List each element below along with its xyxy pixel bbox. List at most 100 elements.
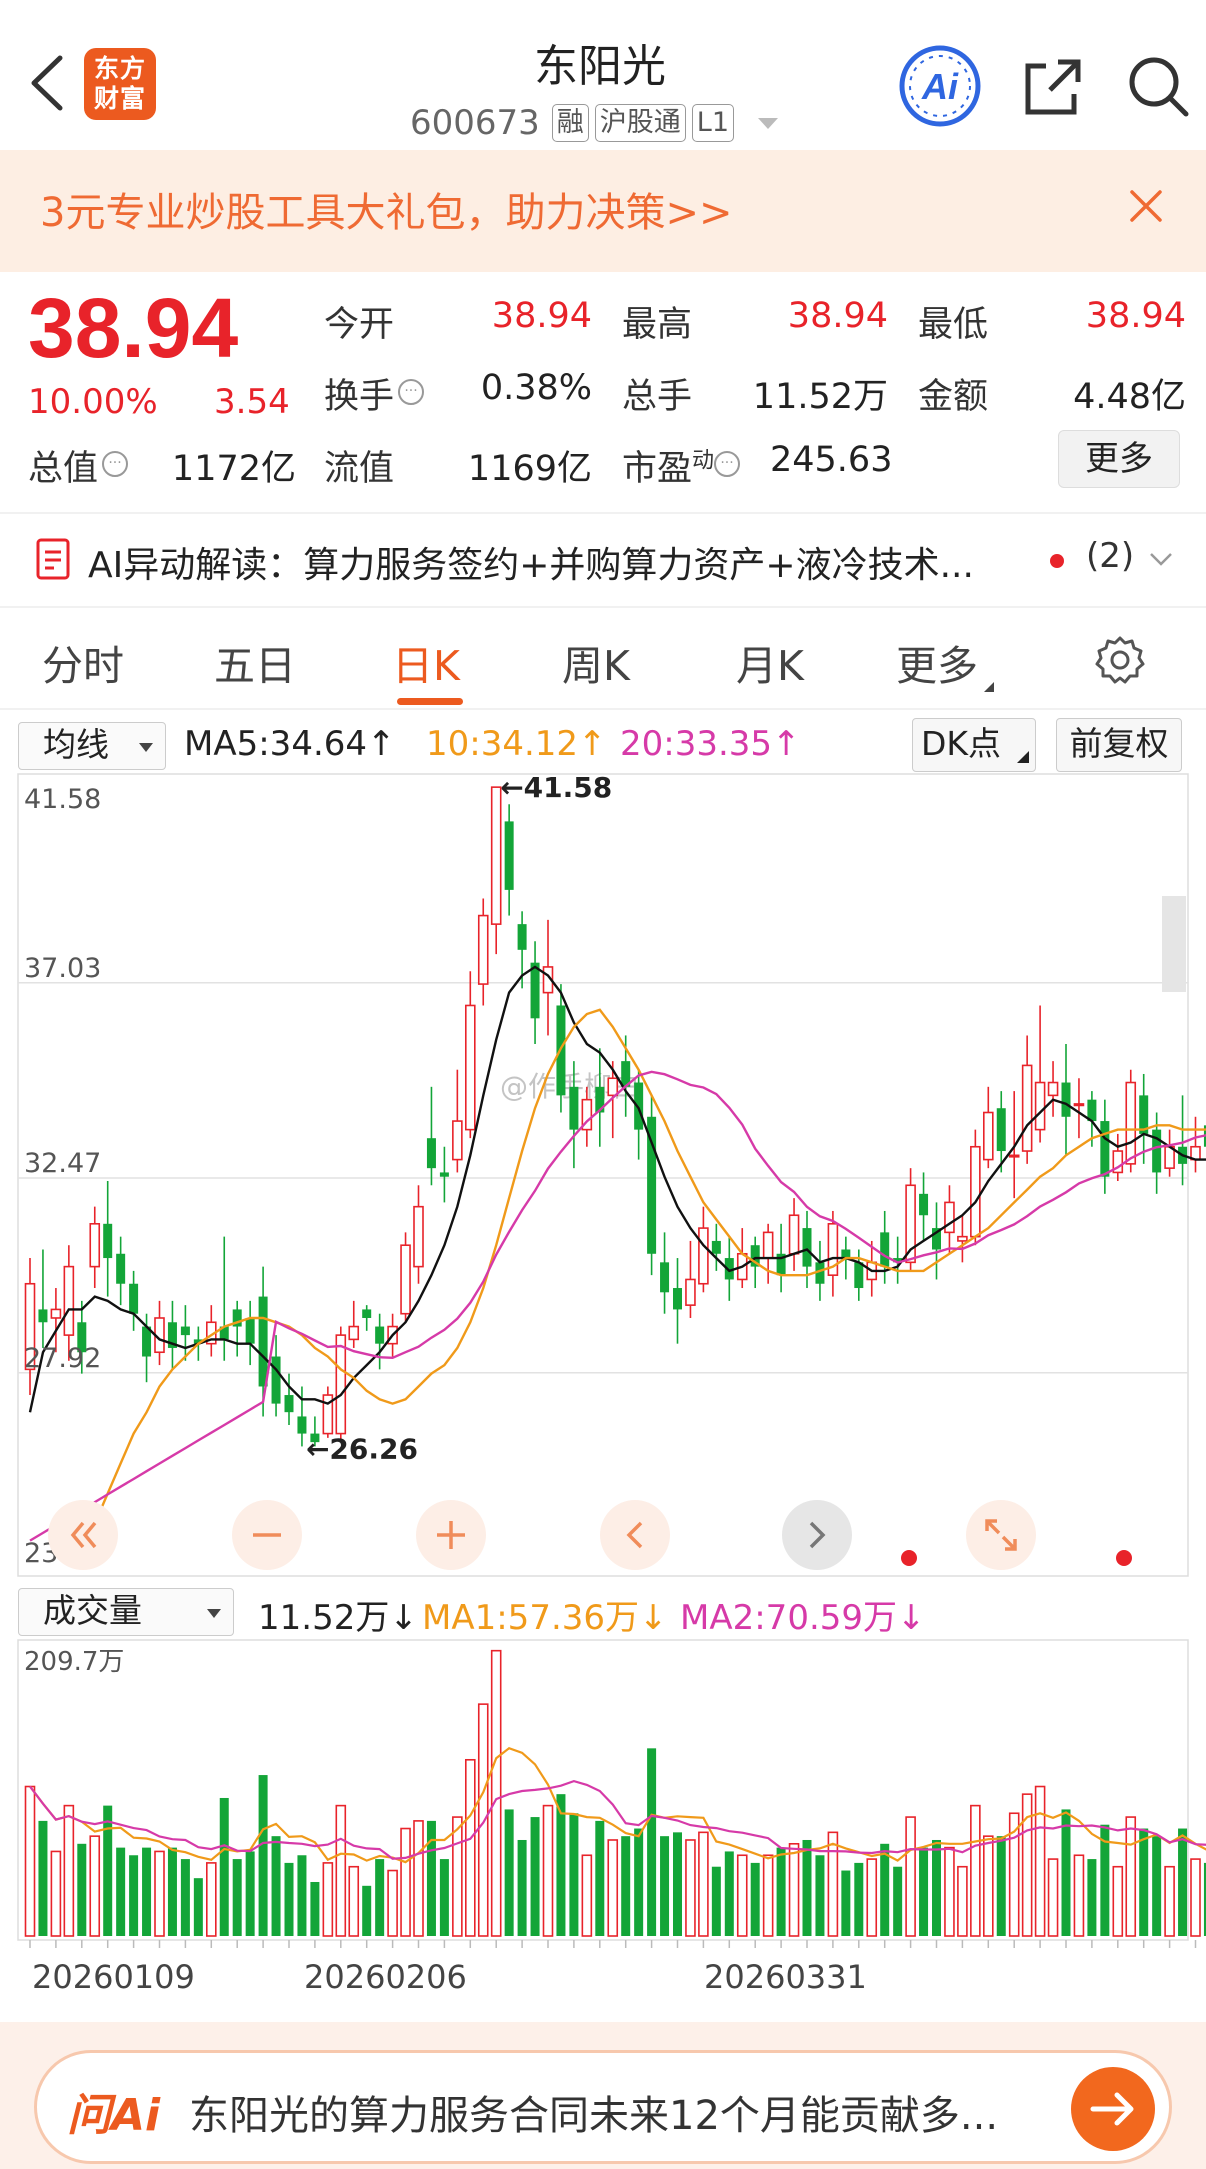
promo-text[interactable]: 3元专业炒股工具大礼包，助力决策>>	[40, 180, 732, 238]
volume-bar	[1087, 1859, 1097, 1936]
tab-daily-k[interactable]: 日K	[392, 632, 460, 692]
x-tick-label: 20260331	[704, 1958, 867, 1996]
chevron-down-icon[interactable]	[758, 117, 779, 129]
volume-bar	[621, 1836, 631, 1936]
expand-icon	[985, 1519, 1017, 1551]
dk-point-button[interactable]: DK点	[912, 718, 1036, 772]
candle-body	[854, 1262, 864, 1289]
volume-bar	[542, 1804, 554, 1937]
y-axis-label: 37.03	[24, 953, 101, 984]
candle-body	[788, 1214, 800, 1255]
candle-body	[375, 1326, 385, 1344]
volume-bar	[322, 1862, 334, 1937]
tab-5day[interactable]: 五日	[214, 632, 296, 692]
float-value: 1169亿	[467, 449, 592, 489]
tab-weekly-k[interactable]: 周K	[562, 632, 630, 692]
turnover-value: 0.38%	[480, 368, 592, 408]
scroll-left-button[interactable]	[600, 1500, 670, 1570]
low-annotation: ←26.26	[306, 1432, 418, 1465]
volume-chart[interactable]: 209.7万 20260109 20260206 20260331	[0, 1636, 1206, 2016]
volume-bar	[1139, 1828, 1149, 1936]
volume-bar	[1190, 1858, 1201, 1937]
ask-send-button[interactable]	[1071, 2067, 1155, 2151]
volume-bar	[24, 1785, 36, 1937]
close-icon[interactable]	[1126, 186, 1166, 226]
info-icon[interactable]: ···	[714, 451, 741, 478]
tab-monthly-k[interactable]: 月K	[736, 632, 804, 692]
tag-hsgt: 沪股通	[594, 104, 686, 142]
ma20-legend: 20:33.35↑	[620, 724, 801, 764]
back-arrow-icon[interactable]	[26, 52, 66, 114]
candle-body	[477, 914, 489, 985]
candle-body	[180, 1326, 190, 1336]
volume-bar	[673, 1832, 682, 1936]
amount-label: 金额	[918, 377, 989, 417]
volume-bar	[335, 1804, 347, 1937]
volume-indicator-select[interactable]: 成交量	[18, 1588, 234, 1636]
candle-body	[802, 1228, 812, 1267]
change-amount: 3.54	[214, 382, 290, 422]
candle-body	[439, 1172, 449, 1177]
volume-bar	[634, 1828, 644, 1936]
indicator-select[interactable]: 均线	[18, 722, 166, 770]
volume-bar	[310, 1881, 320, 1936]
ai-assistant-icon[interactable]: Ai	[898, 44, 982, 128]
candle-body	[504, 821, 514, 890]
zoom-out-button[interactable]	[232, 1500, 302, 1570]
forward-adjust-button[interactable]: 前复权	[1056, 718, 1182, 772]
volume-bar	[569, 1813, 579, 1936]
zoom-in-button[interactable]	[416, 1500, 486, 1570]
candle-body	[530, 962, 540, 1019]
candle-body	[970, 1145, 981, 1238]
ai-interpret-text[interactable]: AI异动解读：算力服务签约+并购算力资产+液冷技术...	[88, 536, 1028, 588]
volume-bar	[193, 1878, 203, 1936]
candle-body	[413, 1205, 424, 1268]
plus-icon	[437, 1521, 465, 1549]
scroll-right-button[interactable]	[782, 1500, 852, 1570]
candle-body	[1100, 1121, 1110, 1177]
candle-body	[1008, 1154, 1020, 1158]
high-annotation: ←41.58	[500, 771, 612, 804]
candle-body	[89, 1223, 101, 1268]
y-axis-label: 27.92	[24, 1343, 101, 1374]
ask-ai-question[interactable]: 东阳光的算力服务合同未来12个月能贡献多...	[189, 2083, 1059, 2141]
candle-body	[452, 1120, 463, 1161]
volume-bar	[736, 1854, 748, 1937]
ask-ai-bar[interactable]: 问Ai 东阳光的算力服务合同未来12个月能贡献多...	[34, 2050, 1172, 2164]
stock-subtitle: 600673 融 沪股通 L1	[410, 100, 779, 146]
candle-body	[607, 1077, 619, 1097]
high-value: 38.94	[787, 296, 888, 336]
tab-more[interactable]: 更多	[896, 632, 994, 692]
scroll-indicator[interactable]	[1162, 896, 1186, 992]
info-icon[interactable]: ···	[102, 451, 129, 478]
volume-bar	[802, 1839, 812, 1936]
share-icon[interactable]	[1020, 54, 1084, 118]
tab-intraday[interactable]: 分时	[42, 632, 124, 692]
volume-bar	[581, 1854, 593, 1937]
volume-bar	[854, 1862, 864, 1936]
volume-bar	[142, 1847, 152, 1936]
volume-bar	[607, 1839, 619, 1937]
ai-interpret-bar[interactable]: AI异动解读：算力服务签约+并购算力资产+液冷技术... (2)	[0, 516, 1206, 606]
promo-banner[interactable]: 3元专业炒股工具大礼包，助力决策>>	[0, 150, 1206, 272]
candlestick-chart[interactable]: @作手柳白 41.5837.0332.4727.9223.36←41.58←26…	[0, 770, 1206, 1580]
volume-bar	[439, 1859, 449, 1936]
volume-bar	[206, 1862, 217, 1937]
chevron-down-icon[interactable]	[1148, 546, 1174, 572]
tag-margin: 融	[551, 104, 589, 142]
info-icon[interactable]: ···	[398, 379, 425, 406]
candle-body	[103, 1223, 113, 1259]
volume-bar	[530, 1817, 540, 1936]
pe-value: 245.63	[770, 440, 893, 480]
volume-bar	[711, 1866, 721, 1936]
volume-bar	[841, 1870, 851, 1936]
search-icon[interactable]	[1126, 54, 1190, 118]
fullscreen-button[interactable]	[966, 1500, 1036, 1570]
candle-body	[400, 1244, 411, 1315]
gear-icon[interactable]	[1094, 634, 1146, 686]
volume-bar	[426, 1820, 436, 1936]
more-quote-button[interactable]: 更多	[1058, 430, 1180, 488]
amount-value: 4.48亿	[1073, 377, 1186, 417]
scroll-left-fast-button[interactable]	[48, 1500, 118, 1570]
candle-body	[1125, 1081, 1137, 1165]
